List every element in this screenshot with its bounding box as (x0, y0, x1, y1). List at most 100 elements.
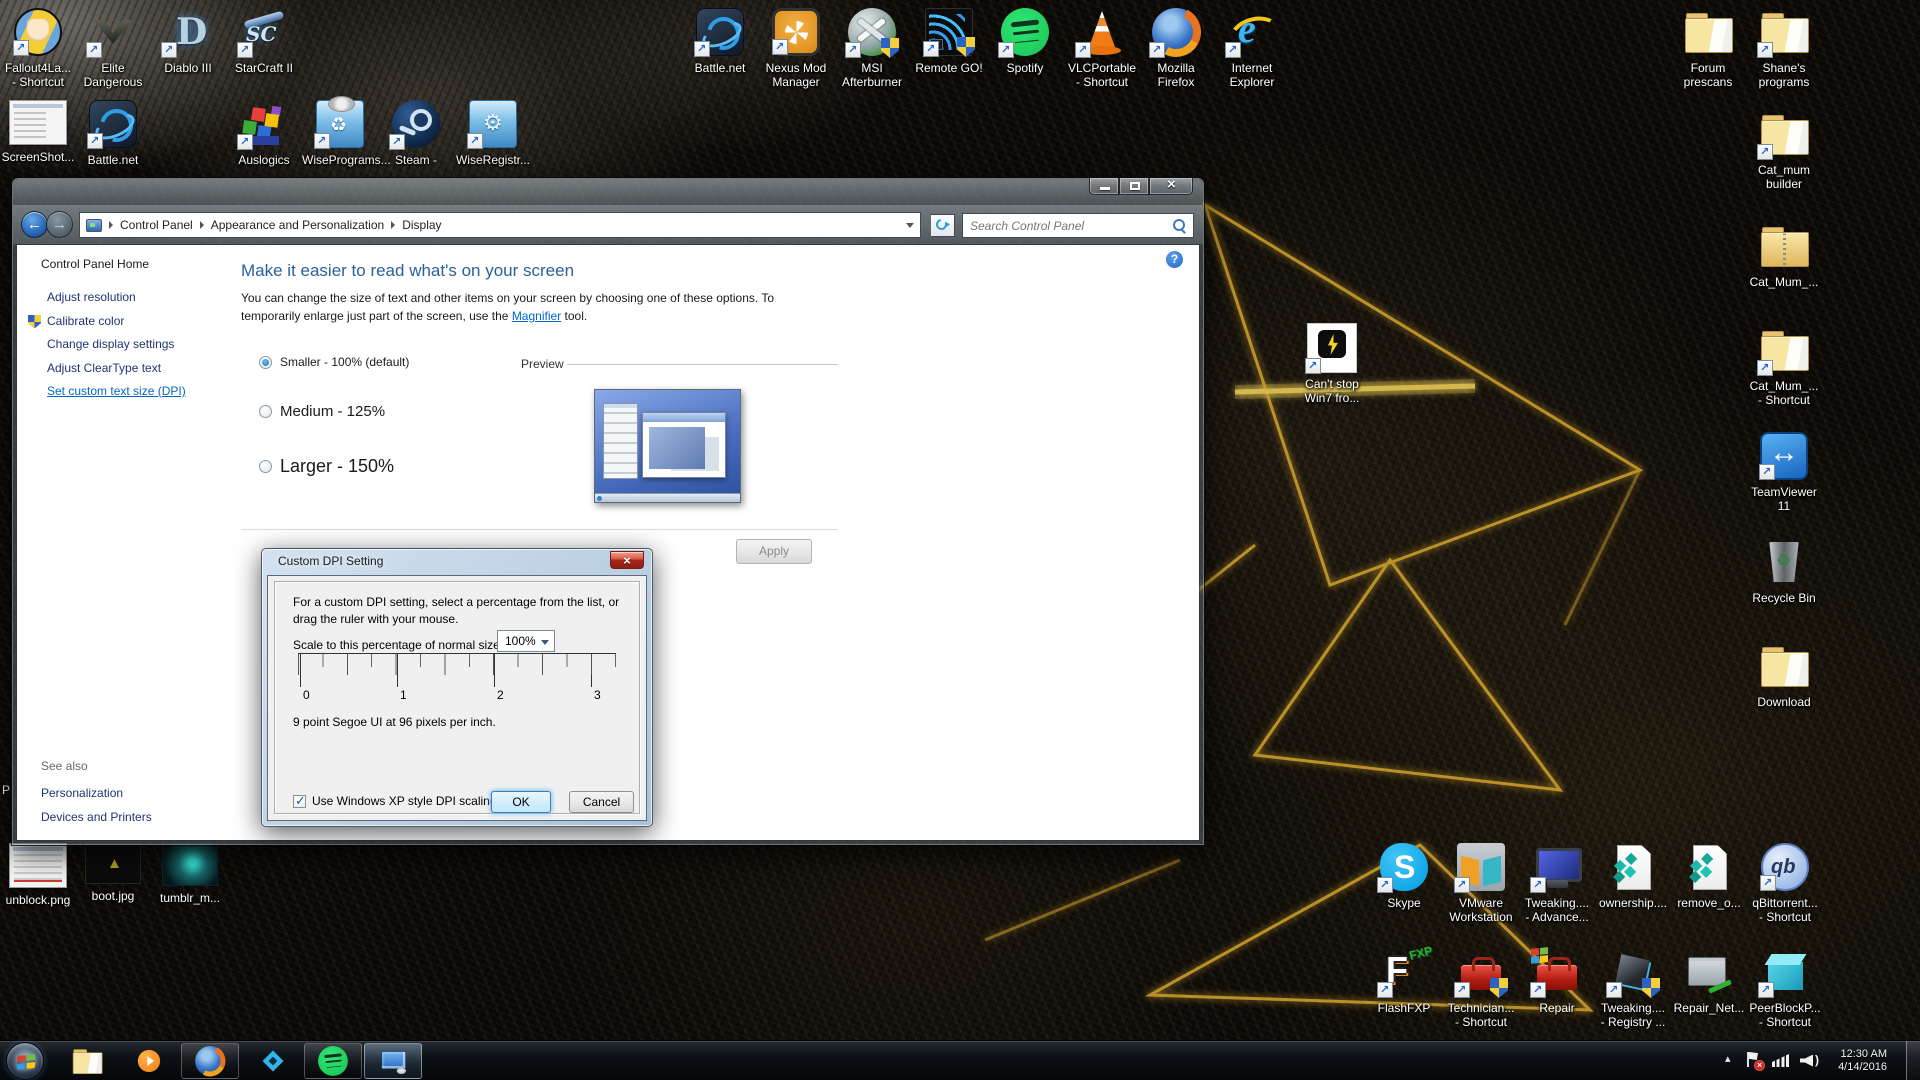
shortcut-arrow-icon (1760, 875, 1776, 891)
desktop-icon[interactable]: unblock.png (0, 843, 76, 907)
desktop-icon[interactable]: Mozilla Firefox (1138, 8, 1214, 89)
desktop-icon[interactable]: tumblr_m... (152, 843, 228, 905)
shortcut-arrow-icon (1149, 42, 1165, 58)
desktop-icon-image (85, 843, 141, 884)
dpi-size-radio[interactable]: Medium - 125% (259, 403, 385, 420)
apply-button[interactable]: Apply (736, 539, 812, 564)
minimize-button[interactable] (1089, 178, 1119, 195)
checkbox-icon[interactable] (293, 795, 306, 808)
cancel-button[interactable]: Cancel (569, 791, 634, 813)
desktop-icon[interactable]: Download (1746, 642, 1822, 709)
desktop-icon[interactable]: Remote GO! (911, 8, 987, 75)
volume-icon[interactable] (1800, 1054, 1820, 1068)
dpi-ruler[interactable]: 0123 (298, 653, 616, 705)
desktop-icon[interactable]: Spotify (987, 8, 1063, 75)
desktop-icon[interactable]: remove_o... (1671, 843, 1747, 910)
desktop-icon[interactable]: PeerBlockP... - Shortcut (1747, 948, 1823, 1029)
desktop-icon[interactable]: Battle.net (75, 100, 151, 167)
desktop-icon[interactable]: Shane's programs (1746, 8, 1822, 89)
desktop-icon[interactable]: Fallout4La... - Shortcut (0, 8, 76, 89)
desktop-icon[interactable]: Cat_Mum_... - Shortcut (1746, 326, 1822, 407)
desktop-icon[interactable]: boot.jpg (75, 843, 151, 903)
breadcrumb-bar[interactable]: Control PanelAppearance and Personalizat… (79, 212, 921, 238)
desktop-icon[interactable]: Nexus Mod Manager (758, 8, 834, 89)
desktop-icon[interactable]: Recycle Bin (1746, 538, 1822, 605)
sidebar-control-panel-home[interactable]: Control Panel Home (41, 257, 149, 271)
desktop-icon[interactable]: Elite Dangerous (75, 8, 151, 89)
desktop-icon[interactable]: Battle.net (682, 8, 758, 75)
dialog-close-button[interactable]: × (610, 551, 644, 569)
breadcrumb-item[interactable]: Display (388, 213, 445, 237)
desktop-icon-image (14, 8, 62, 56)
sidebar-task-link[interactable]: Change display settings (17, 333, 239, 357)
desktop-icon-label: unblock.png (0, 893, 76, 907)
xp-style-dpi-checkbox[interactable]: Use Windows XP style DPI scaling (293, 794, 497, 808)
desktop-icon[interactable]: WiseRegistr... (455, 100, 531, 167)
sidebar-task-link[interactable]: Adjust ClearType text (17, 357, 239, 381)
dpi-size-radio[interactable]: Smaller - 100% (default) (259, 355, 409, 369)
show-desktop-button[interactable] (1906, 1041, 1920, 1080)
sidebar-see-also-link[interactable]: Devices and Printers (17, 806, 239, 830)
desktop-icon-image (1308, 324, 1356, 372)
desktop-icon[interactable]: Tweaking.... - Advance... (1519, 843, 1595, 924)
sidebar-see-also-link[interactable]: Personalization (17, 782, 239, 806)
breadcrumb-item[interactable]: Appearance and Personalization (197, 213, 388, 237)
help-icon[interactable] (1166, 251, 1183, 268)
sidebar-task-link[interactable]: Set custom text size (DPI) (17, 380, 239, 404)
taskbar-button-firefox[interactable] (181, 1043, 239, 1079)
desktop-icon[interactable]: Forum prescans (1670, 8, 1746, 89)
desktop-icon[interactable]: ScreenShot... (0, 100, 76, 164)
desktop-icon-image (1609, 948, 1657, 996)
desktop-icon[interactable]: Repair_Net... (1671, 948, 1747, 1015)
desktop-icon[interactable]: ownership.... (1595, 843, 1671, 910)
desktop-icon-image (772, 8, 820, 56)
magnifier-link[interactable]: Magnifier (512, 309, 561, 323)
breadcrumb-dropdown-icon[interactable] (906, 223, 914, 228)
desktop-icon[interactable]: Diablo III (150, 8, 226, 75)
desktop-icon[interactable]: Tweaking.... - Registry ... (1595, 948, 1671, 1029)
sidebar-task-link[interactable]: Calibrate color (17, 310, 239, 334)
taskbar-button-windows-explorer[interactable] (64, 1043, 110, 1079)
search-icon[interactable] (1170, 216, 1190, 236)
window-titlebar[interactable] (13, 179, 1203, 205)
desktop-icon[interactable]: MSI Afterburner (834, 8, 910, 89)
close-button[interactable] (1149, 178, 1193, 195)
hidden-icons-arrow[interactable] (1725, 1056, 1735, 1066)
desktop-icon[interactable]: VLCPortable - Shortcut (1064, 8, 1140, 89)
desktop-icon[interactable]: Internet Explorer (1214, 8, 1290, 89)
ok-button[interactable]: OK (491, 791, 551, 813)
desktop-icon[interactable]: WisePrograms... (302, 100, 378, 167)
desktop-icon[interactable]: FlashFXP (1366, 948, 1442, 1015)
taskbar-button-windows-media-player[interactable] (126, 1043, 172, 1079)
shortcut-arrow-icon (86, 42, 102, 58)
taskbar-button-spotify[interactable] (304, 1043, 362, 1079)
scale-percentage-dropdown[interactable]: 100% (497, 630, 555, 652)
desktop-icon[interactable]: Skype (1366, 843, 1442, 910)
desktop-icon[interactable]: Can't stop Win7 fro... (1294, 324, 1370, 405)
desktop-icon[interactable]: TeamViewer 11 (1746, 432, 1822, 513)
desktop-icon[interactable]: VMware Workstation (1443, 843, 1519, 924)
back-button[interactable]: ← (21, 211, 48, 238)
taskbar-button-control-panel[interactable] (364, 1043, 422, 1079)
desktop-icon[interactable]: Cat_Mum_... (1746, 222, 1822, 289)
action-center-flag-icon[interactable] (1746, 1052, 1761, 1069)
clock[interactable]: 12:30 AM 4/14/2016 (1831, 1048, 1895, 1074)
dialog-client-area: For a custom DPI setting, select a perce… (267, 575, 647, 821)
desktop-icon-image (316, 100, 364, 148)
desktop-icon[interactable]: qBittorrent... - Shortcut (1747, 843, 1823, 924)
maximize-button[interactable] (1119, 178, 1149, 195)
desktop-icon[interactable]: Repair (1519, 948, 1595, 1015)
taskbar-button-kodi[interactable] (250, 1043, 296, 1079)
forward-button[interactable]: → (46, 211, 73, 238)
search-box[interactable]: Search Control Panel (962, 213, 1194, 238)
network-signal-icon[interactable] (1772, 1054, 1789, 1067)
refresh-button[interactable] (931, 214, 955, 237)
breadcrumb-item[interactable]: Control Panel (106, 213, 197, 237)
sidebar-task-link[interactable]: Adjust resolution (17, 286, 239, 310)
desktop-icon[interactable]: Technician... - Shortcut (1443, 948, 1519, 1029)
desktop-icon[interactable]: StarCraft II (226, 8, 302, 75)
desktop-icon[interactable]: Cat_mum builder (1746, 110, 1822, 191)
dpi-size-radio[interactable]: Larger - 150% (259, 456, 394, 477)
desktop-icon[interactable]: Steam - (378, 100, 454, 167)
desktop-icon[interactable]: Auslogics (226, 100, 302, 167)
